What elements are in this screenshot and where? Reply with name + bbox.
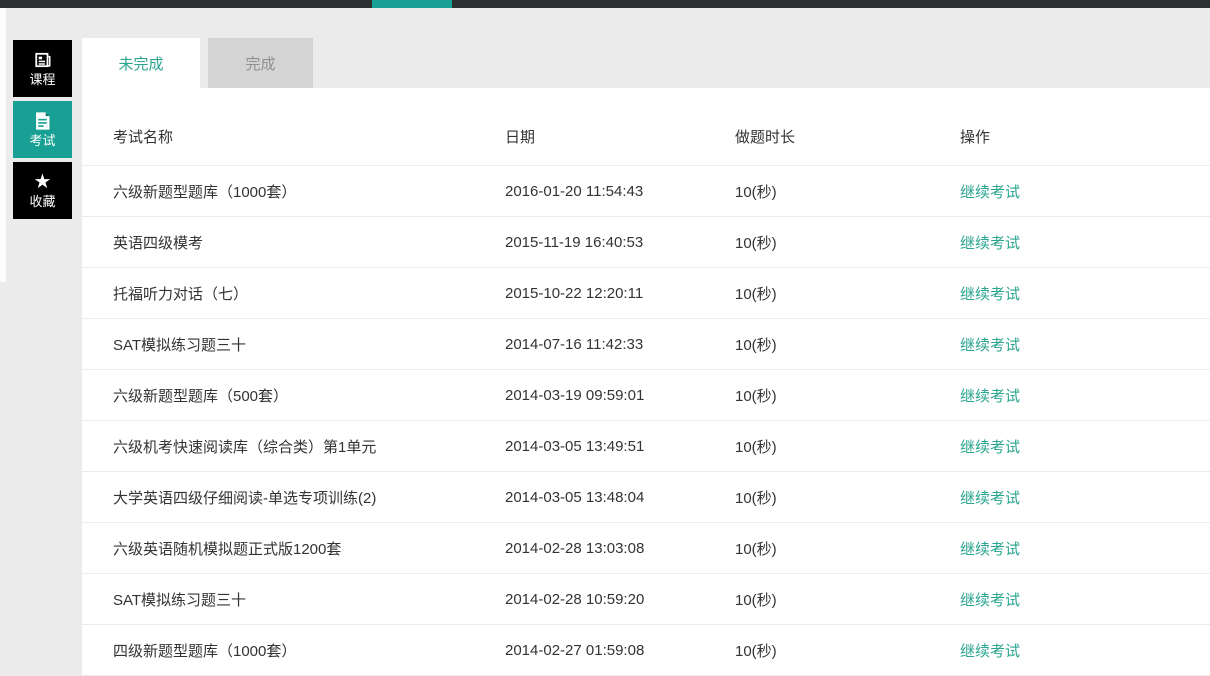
cell-date: 2014-02-28 13:03:08 bbox=[505, 539, 645, 557]
sidebar: 课程 考试 ★ 收藏 bbox=[13, 40, 72, 219]
table-row: SAT模拟练习题三十 2014-07-16 11:42:33 10(秒) 继续考… bbox=[82, 319, 1210, 370]
cell-exam-name: 英语四级模考 bbox=[113, 234, 204, 252]
left-margin-strip bbox=[0, 8, 6, 282]
table-row: 大学英语四级仔细阅读-单选专项训练(2) 2014-03-05 13:48:04… bbox=[82, 472, 1210, 523]
cell-exam-name: 六级新题型题库（500套） bbox=[113, 387, 289, 405]
cell-date: 2014-02-28 10:59:20 bbox=[505, 590, 645, 608]
sidebar-item-exams[interactable]: 考试 bbox=[13, 101, 72, 158]
column-header-date: 日期 bbox=[505, 129, 536, 146]
cell-date: 2014-07-16 11:42:33 bbox=[505, 335, 644, 353]
topbar-active-indicator[interactable] bbox=[372, 0, 452, 8]
cell-duration: 10(秒) bbox=[735, 489, 777, 507]
cell-date: 2014-03-19 09:59:01 bbox=[505, 386, 645, 404]
table-header: 考试名称 日期 做题时长 操作 bbox=[82, 108, 1210, 166]
tab-bar: 未完成 完成 bbox=[82, 38, 313, 88]
sidebar-item-label: 考试 bbox=[29, 132, 56, 148]
cell-date: 2016-01-20 11:54:43 bbox=[505, 182, 644, 200]
tab-label: 未完成 bbox=[118, 55, 164, 73]
cell-exam-name: 托福听力对话（七） bbox=[113, 285, 249, 303]
tab-complete[interactable]: 完成 bbox=[208, 38, 313, 88]
top-nav-bar bbox=[0, 0, 1210, 8]
cell-date: 2015-10-22 12:20:11 bbox=[505, 284, 644, 302]
table-row: 六级英语随机模拟题正式版1200套 2014-02-28 13:03:08 10… bbox=[82, 523, 1210, 574]
cell-duration: 10(秒) bbox=[735, 183, 777, 201]
sidebar-item-courses[interactable]: 课程 bbox=[13, 40, 72, 97]
tab-label: 完成 bbox=[245, 55, 276, 73]
table-row: 四级新题型题库（1000套） 2014-02-27 01:59:08 10(秒)… bbox=[82, 625, 1210, 676]
table-row: 六级机考快速阅读库（综合类）第1单元 2014-03-05 13:49:51 1… bbox=[82, 421, 1210, 472]
cell-duration: 10(秒) bbox=[735, 234, 777, 252]
cell-duration: 10(秒) bbox=[735, 336, 777, 354]
cell-duration: 10(秒) bbox=[735, 438, 777, 456]
continue-exam-link[interactable]: 继续考试 bbox=[960, 643, 1020, 660]
cell-duration: 10(秒) bbox=[735, 387, 777, 405]
continue-exam-link[interactable]: 继续考试 bbox=[960, 235, 1020, 252]
cell-exam-name: 四级新题型题库（1000套） bbox=[113, 642, 297, 660]
continue-exam-link[interactable]: 继续考试 bbox=[960, 388, 1020, 405]
continue-exam-link[interactable]: 继续考试 bbox=[960, 184, 1020, 201]
cell-exam-name: 六级英语随机模拟题正式版1200套 bbox=[113, 540, 342, 558]
cell-exam-name: 六级机考快速阅读库（综合类）第1单元 bbox=[113, 438, 377, 456]
continue-exam-link[interactable]: 继续考试 bbox=[960, 490, 1020, 507]
cell-exam-name: 大学英语四级仔细阅读-单选专项训练(2) bbox=[113, 489, 377, 507]
sidebar-item-label: 收藏 bbox=[29, 193, 56, 209]
cell-date: 2014-03-05 13:49:51 bbox=[505, 437, 645, 455]
column-header-duration: 做题时长 bbox=[735, 129, 796, 146]
cell-duration: 10(秒) bbox=[735, 591, 777, 609]
continue-exam-link[interactable]: 继续考试 bbox=[960, 592, 1020, 609]
star-icon: ★ bbox=[33, 170, 52, 193]
table-row: 六级新题型题库（1000套） 2016-01-20 11:54:43 10(秒)… bbox=[82, 166, 1210, 217]
continue-exam-link[interactable]: 继续考试 bbox=[960, 337, 1020, 354]
cell-exam-name: SAT模拟练习题三十 bbox=[113, 591, 247, 609]
cell-date: 2015-11-19 16:40:53 bbox=[505, 233, 644, 251]
cell-date: 2014-02-27 01:59:08 bbox=[505, 641, 645, 659]
cell-duration: 10(秒) bbox=[735, 540, 777, 558]
table-row: 托福听力对话（七） 2015-10-22 12:20:11 10(秒) 继续考试 bbox=[82, 268, 1210, 319]
sidebar-item-favorites[interactable]: ★ 收藏 bbox=[13, 162, 72, 219]
cell-duration: 10(秒) bbox=[735, 642, 777, 660]
cell-exam-name: 六级新题型题库（1000套） bbox=[113, 183, 297, 201]
tab-incomplete[interactable]: 未完成 bbox=[82, 38, 200, 88]
sidebar-item-label: 课程 bbox=[29, 71, 56, 87]
table-row: SAT模拟练习题三十 2014-02-28 10:59:20 10(秒) 继续考… bbox=[82, 574, 1210, 625]
cell-duration: 10(秒) bbox=[735, 285, 777, 303]
continue-exam-link[interactable]: 继续考试 bbox=[960, 286, 1020, 303]
screen: 课程 考试 ★ 收藏 未完成 完成 考试名称 日期 做题时长 操作 六级新题型题… bbox=[0, 0, 1210, 676]
file-text-icon bbox=[35, 112, 50, 131]
exam-table-panel: 考试名称 日期 做题时长 操作 六级新题型题库（1000套） 2016-01-2… bbox=[82, 88, 1210, 676]
table-row: 英语四级模考 2015-11-19 16:40:53 10(秒) 继续考试 bbox=[82, 217, 1210, 268]
cell-exam-name: SAT模拟练习题三十 bbox=[113, 336, 247, 354]
book-icon bbox=[34, 51, 52, 70]
cell-date: 2014-03-05 13:48:04 bbox=[505, 488, 645, 506]
column-header-action: 操作 bbox=[960, 129, 991, 146]
continue-exam-link[interactable]: 继续考试 bbox=[960, 439, 1020, 456]
table-row: 六级新题型题库（500套） 2014-03-19 09:59:01 10(秒) … bbox=[82, 370, 1210, 421]
column-header-exam-name: 考试名称 bbox=[113, 129, 174, 146]
continue-exam-link[interactable]: 继续考试 bbox=[960, 541, 1020, 558]
